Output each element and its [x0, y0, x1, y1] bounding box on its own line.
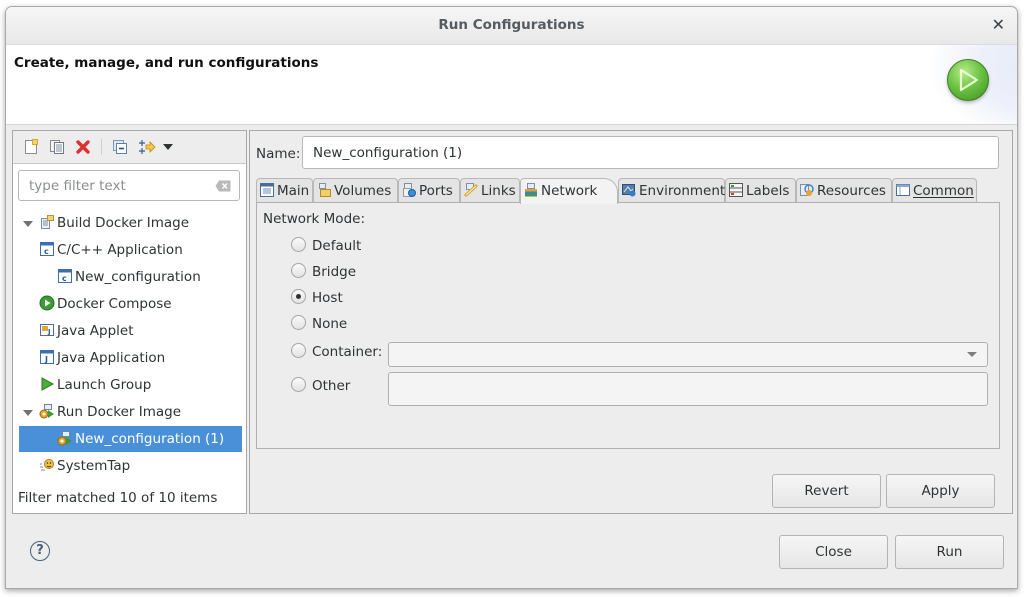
filter-icon[interactable]: [138, 139, 156, 155]
tree-item-new-configuration[interactable]: c New_configuration: [57, 264, 201, 290]
tree-toolbar: [13, 131, 246, 164]
other-network-input[interactable]: [388, 372, 988, 406]
radio-bridge[interactable]: Bridge: [291, 262, 356, 282]
tab-network[interactable]: Network: [520, 178, 618, 204]
run-button[interactable]: Run: [895, 535, 1004, 569]
header-banner: Create, manage, and run configurations: [6, 45, 1017, 125]
labels-icon: [729, 181, 743, 197]
links-icon: [464, 181, 478, 197]
environment-icon: [622, 181, 636, 197]
delete-icon[interactable]: [75, 139, 91, 155]
collapse-all-icon[interactable]: [112, 139, 128, 155]
docker-run-icon: [39, 402, 55, 419]
c-app-icon: c: [57, 267, 73, 283]
radio-button[interactable]: [291, 343, 306, 358]
radio-button[interactable]: [291, 263, 306, 278]
c-app-icon: c: [39, 240, 55, 256]
radio-button[interactable]: [291, 377, 306, 392]
main-tab-icon: [260, 181, 274, 197]
tree-item-build-docker-image[interactable]: Build Docker Image: [39, 210, 189, 236]
svg-text:c: c: [44, 247, 49, 256]
run-play-icon: [947, 59, 989, 101]
common-icon: [896, 181, 910, 196]
radio-none[interactable]: None: [291, 314, 347, 334]
radio-button-checked[interactable]: [291, 289, 306, 304]
duplicate-icon[interactable]: [49, 139, 65, 155]
title-bar: Run Configurations ✕: [6, 7, 1017, 45]
tab-environment[interactable]: Environment: [618, 178, 725, 202]
tree-item-new-configuration-1[interactable]: New_configuration (1): [19, 426, 242, 452]
network-tab-content: Network Mode: Default Bridge Host None C…: [256, 202, 1000, 449]
configuration-editor-panel: Name: Main Volumes Ports Links Network E…: [249, 130, 1013, 514]
revert-button[interactable]: Revert: [772, 474, 881, 508]
ports-icon: [402, 181, 416, 197]
close-icon[interactable]: ✕: [992, 15, 1005, 34]
tab-main[interactable]: Main: [256, 178, 313, 202]
tab-resources[interactable]: Resources: [796, 178, 892, 202]
radio-other[interactable]: Other: [291, 376, 350, 396]
clear-filter-icon[interactable]: [215, 180, 231, 192]
name-label: Name:: [256, 146, 301, 162]
name-input[interactable]: [311, 144, 975, 162]
docker-build-icon: [39, 213, 55, 229]
radio-default[interactable]: Default: [291, 236, 361, 256]
tab-volumes[interactable]: Volumes: [313, 178, 398, 202]
run-configurations-dialog: Run Configurations ✕ Create, manage, and…: [5, 6, 1018, 589]
filter-input[interactable]: [27, 177, 211, 195]
tree-item-docker-compose[interactable]: Docker Compose: [39, 291, 172, 317]
new-document-icon[interactable]: [23, 139, 39, 155]
window-title: Run Configurations: [438, 17, 585, 33]
tab-common[interactable]: Common: [892, 178, 977, 202]
name-field[interactable]: [302, 136, 999, 169]
docker-run-icon: [57, 429, 73, 446]
tab-links[interactable]: Links: [460, 178, 520, 202]
expand-toggle-run-docker-image[interactable]: [23, 410, 33, 416]
volumes-icon: [317, 181, 331, 197]
java-app-icon: J: [39, 348, 55, 364]
tree-item-java-applet[interactable]: J Java Applet: [39, 318, 134, 344]
radio-host[interactable]: Host: [291, 288, 343, 308]
systemtap-icon: [39, 456, 55, 472]
tree-item-c-cpp-application[interactable]: c C/C++ Application: [39, 237, 183, 263]
filter-field[interactable]: [18, 170, 240, 201]
launch-group-icon: [39, 375, 55, 391]
expand-toggle-c-cpp[interactable]: [23, 221, 33, 227]
chevron-down-icon[interactable]: [967, 352, 977, 357]
tree-item-systemtap[interactable]: SystemTap: [39, 453, 130, 479]
resources-icon: [800, 181, 814, 196]
svg-text:J: J: [47, 328, 51, 336]
tree-item-launch-group[interactable]: Launch Group: [39, 372, 151, 398]
dropdown-arrow-icon[interactable]: [163, 144, 173, 150]
tab-labels[interactable]: Labels: [725, 178, 796, 202]
svg-text:J: J: [44, 355, 48, 364]
filter-status-text: Filter matched 10 of 10 items: [18, 490, 218, 506]
toolbar-separator: [101, 139, 102, 155]
svg-text:c: c: [62, 274, 67, 283]
radio-button[interactable]: [291, 237, 306, 252]
banner-message: Create, manage, and run configurations: [14, 55, 319, 71]
radio-button[interactable]: [291, 315, 306, 330]
tree-item-run-docker-image[interactable]: Run Docker Image: [39, 399, 181, 425]
tab-bar: Main Volumes Ports Links Network Environ…: [256, 178, 1000, 204]
java-applet-icon: J: [39, 321, 55, 337]
container-combo[interactable]: [388, 342, 988, 367]
radio-container[interactable]: Container:: [291, 342, 382, 362]
network-icon: [524, 181, 538, 197]
network-mode-label: Network Mode:: [263, 211, 365, 227]
help-icon[interactable]: ?: [30, 541, 50, 561]
configuration-tree-panel: Build Docker Image cC/C++ Application cN…: [12, 130, 247, 514]
close-button[interactable]: Close: [779, 535, 888, 569]
apply-button[interactable]: Apply: [886, 474, 995, 508]
docker-compose-icon: [39, 294, 55, 311]
tab-ports[interactable]: Ports: [398, 178, 460, 202]
tree-item-java-application[interactable]: J Java Application: [39, 345, 165, 371]
